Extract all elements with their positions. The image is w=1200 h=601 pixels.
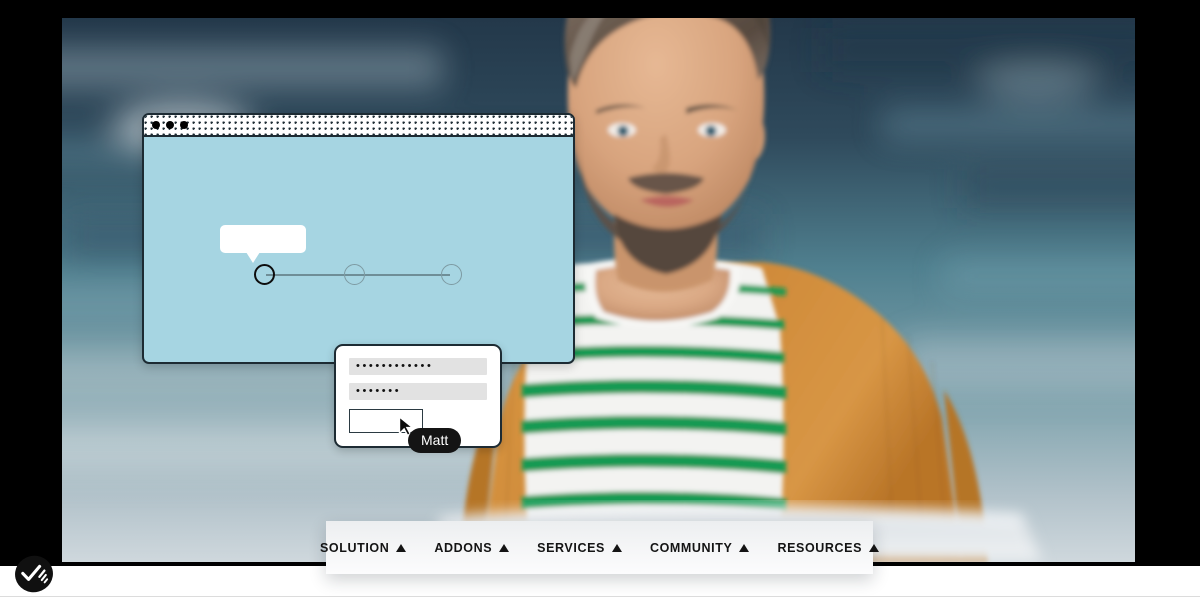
nav-item-community-label: COMMUNITY — [649, 540, 733, 555]
stepper-step-2[interactable] — [344, 264, 365, 285]
username-field[interactable]: •••••••••••• — [349, 358, 487, 375]
checkmark-swoosh-logo[interactable] — [14, 554, 54, 594]
password-field[interactable]: ••••••• — [349, 383, 487, 400]
nav-item-solution[interactable]: SOLUTION — [306, 541, 420, 555]
nav-item-addons-label: ADDONS — [434, 540, 493, 555]
browser-titlebar — [144, 115, 573, 137]
submit-button[interactable] — [349, 409, 423, 436]
caret-up-icon — [396, 543, 407, 552]
user-name-pill: Matt — [408, 428, 462, 454]
browser-window-mockup — [142, 113, 575, 364]
stepper-step-3[interactable] — [441, 264, 462, 285]
nav-item-solution-label: SOLUTION — [319, 540, 390, 555]
window-traffic-lights[interactable] — [152, 121, 188, 129]
window-dot-close-icon[interactable] — [152, 121, 160, 129]
three-step-progress[interactable] — [254, 264, 462, 286]
stepper-step-1-active[interactable] — [254, 264, 275, 285]
hero-illustration-stage: •••••••••••• ••••••• Matt SOLUTION ADDON… — [0, 0, 1200, 601]
nav-item-resources-label: RESOURCES — [777, 540, 863, 555]
caret-up-icon — [869, 543, 880, 552]
caret-up-icon — [739, 543, 750, 552]
nav-item-community[interactable]: COMMUNITY — [636, 541, 763, 555]
nav-item-resources[interactable]: RESOURCES — [763, 541, 893, 555]
nav-item-services[interactable]: SERVICES — [523, 541, 636, 555]
nav-item-addons[interactable]: ADDONS — [420, 541, 523, 555]
caret-up-icon — [499, 543, 510, 552]
caret-up-icon — [611, 543, 622, 552]
window-dot-minimize-icon[interactable] — [166, 121, 174, 129]
bottom-divider — [0, 596, 1200, 597]
main-navigation: SOLUTION ADDONS SERVICES COMMUNITY RESOU… — [320, 521, 880, 574]
empty-tooltip-bubble — [220, 225, 306, 263]
nav-item-services-label: SERVICES — [537, 540, 605, 555]
browser-canvas — [144, 137, 573, 362]
window-dot-maximize-icon[interactable] — [180, 121, 188, 129]
